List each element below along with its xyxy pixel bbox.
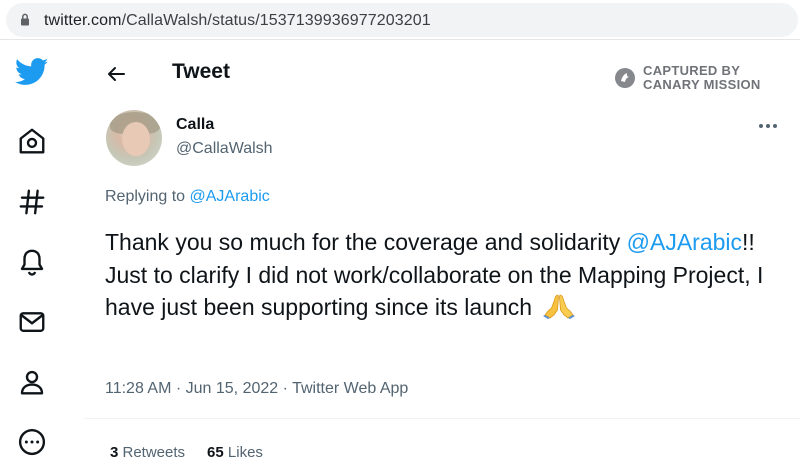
notifications-bell-icon[interactable] [13, 243, 51, 281]
divider [84, 418, 800, 419]
explore-hashtag-icon[interactable] [13, 183, 51, 221]
likes-label: Likes [223, 444, 263, 461]
url-path: /CallaWalsh/status/1537139936977203201 [121, 12, 431, 29]
author-display-name[interactable]: Calla [176, 116, 214, 134]
tweet-text-part1: Thank you so much for the coverage and s… [105, 229, 627, 255]
watermark-line1: CAPTURED BY [643, 63, 741, 78]
avatar[interactable] [106, 110, 162, 166]
url-domain: twitter.com [44, 12, 122, 29]
browser-address-bar: twitter.com/CallaWalsh/status/1537139936… [0, 0, 800, 40]
replying-mention-link[interactable]: @AJArabic [190, 188, 270, 205]
folded-hands-icon [543, 294, 576, 319]
canary-mission-watermark: CAPTURED BY CANARY MISSION [614, 64, 761, 92]
canary-logo-icon [615, 68, 635, 88]
page-title: Tweet [172, 60, 230, 83]
profile-person-icon[interactable] [13, 363, 51, 401]
tweet-mention-link[interactable]: @AJArabic [627, 229, 742, 255]
likes-link[interactable]: 65 Likes [207, 444, 263, 461]
likes-count: 65 [207, 444, 224, 461]
replying-prefix: Replying to [105, 188, 190, 205]
more-circle-icon[interactable] [13, 423, 51, 461]
author-handle[interactable]: @CallaWalsh [176, 140, 273, 158]
back-arrow-icon[interactable] [104, 62, 128, 86]
twitter-logo-icon[interactable] [13, 53, 51, 91]
tweet-body-text: Thank you so much for the coverage and s… [105, 226, 785, 324]
messages-mail-icon[interactable] [13, 303, 51, 341]
more-options-icon[interactable] [756, 118, 780, 134]
home-icon[interactable] [13, 122, 51, 160]
watermark-line2: CANARY MISSION [643, 77, 761, 92]
retweets-link[interactable]: 3 Retweets [110, 444, 185, 461]
replying-to-line: Replying to @AJArabic [105, 188, 270, 206]
url-text: twitter.com/CallaWalsh/status/1537139936… [44, 12, 431, 30]
retweets-label: Retweets [118, 444, 186, 461]
tweet-timestamp[interactable]: 11:28 AM · Jun 15, 2022 · Twitter Web Ap… [105, 380, 408, 398]
sidebar-nav [0, 40, 66, 472]
tweet-detail-column: Tweet CAPTURED BY CANARY MISSION Calla @… [84, 40, 800, 472]
lock-icon [21, 13, 29, 26]
url-field[interactable]: twitter.com/CallaWalsh/status/1537139936… [6, 3, 798, 37]
engagement-stats: 3 Retweets 65 Likes [110, 444, 263, 461]
